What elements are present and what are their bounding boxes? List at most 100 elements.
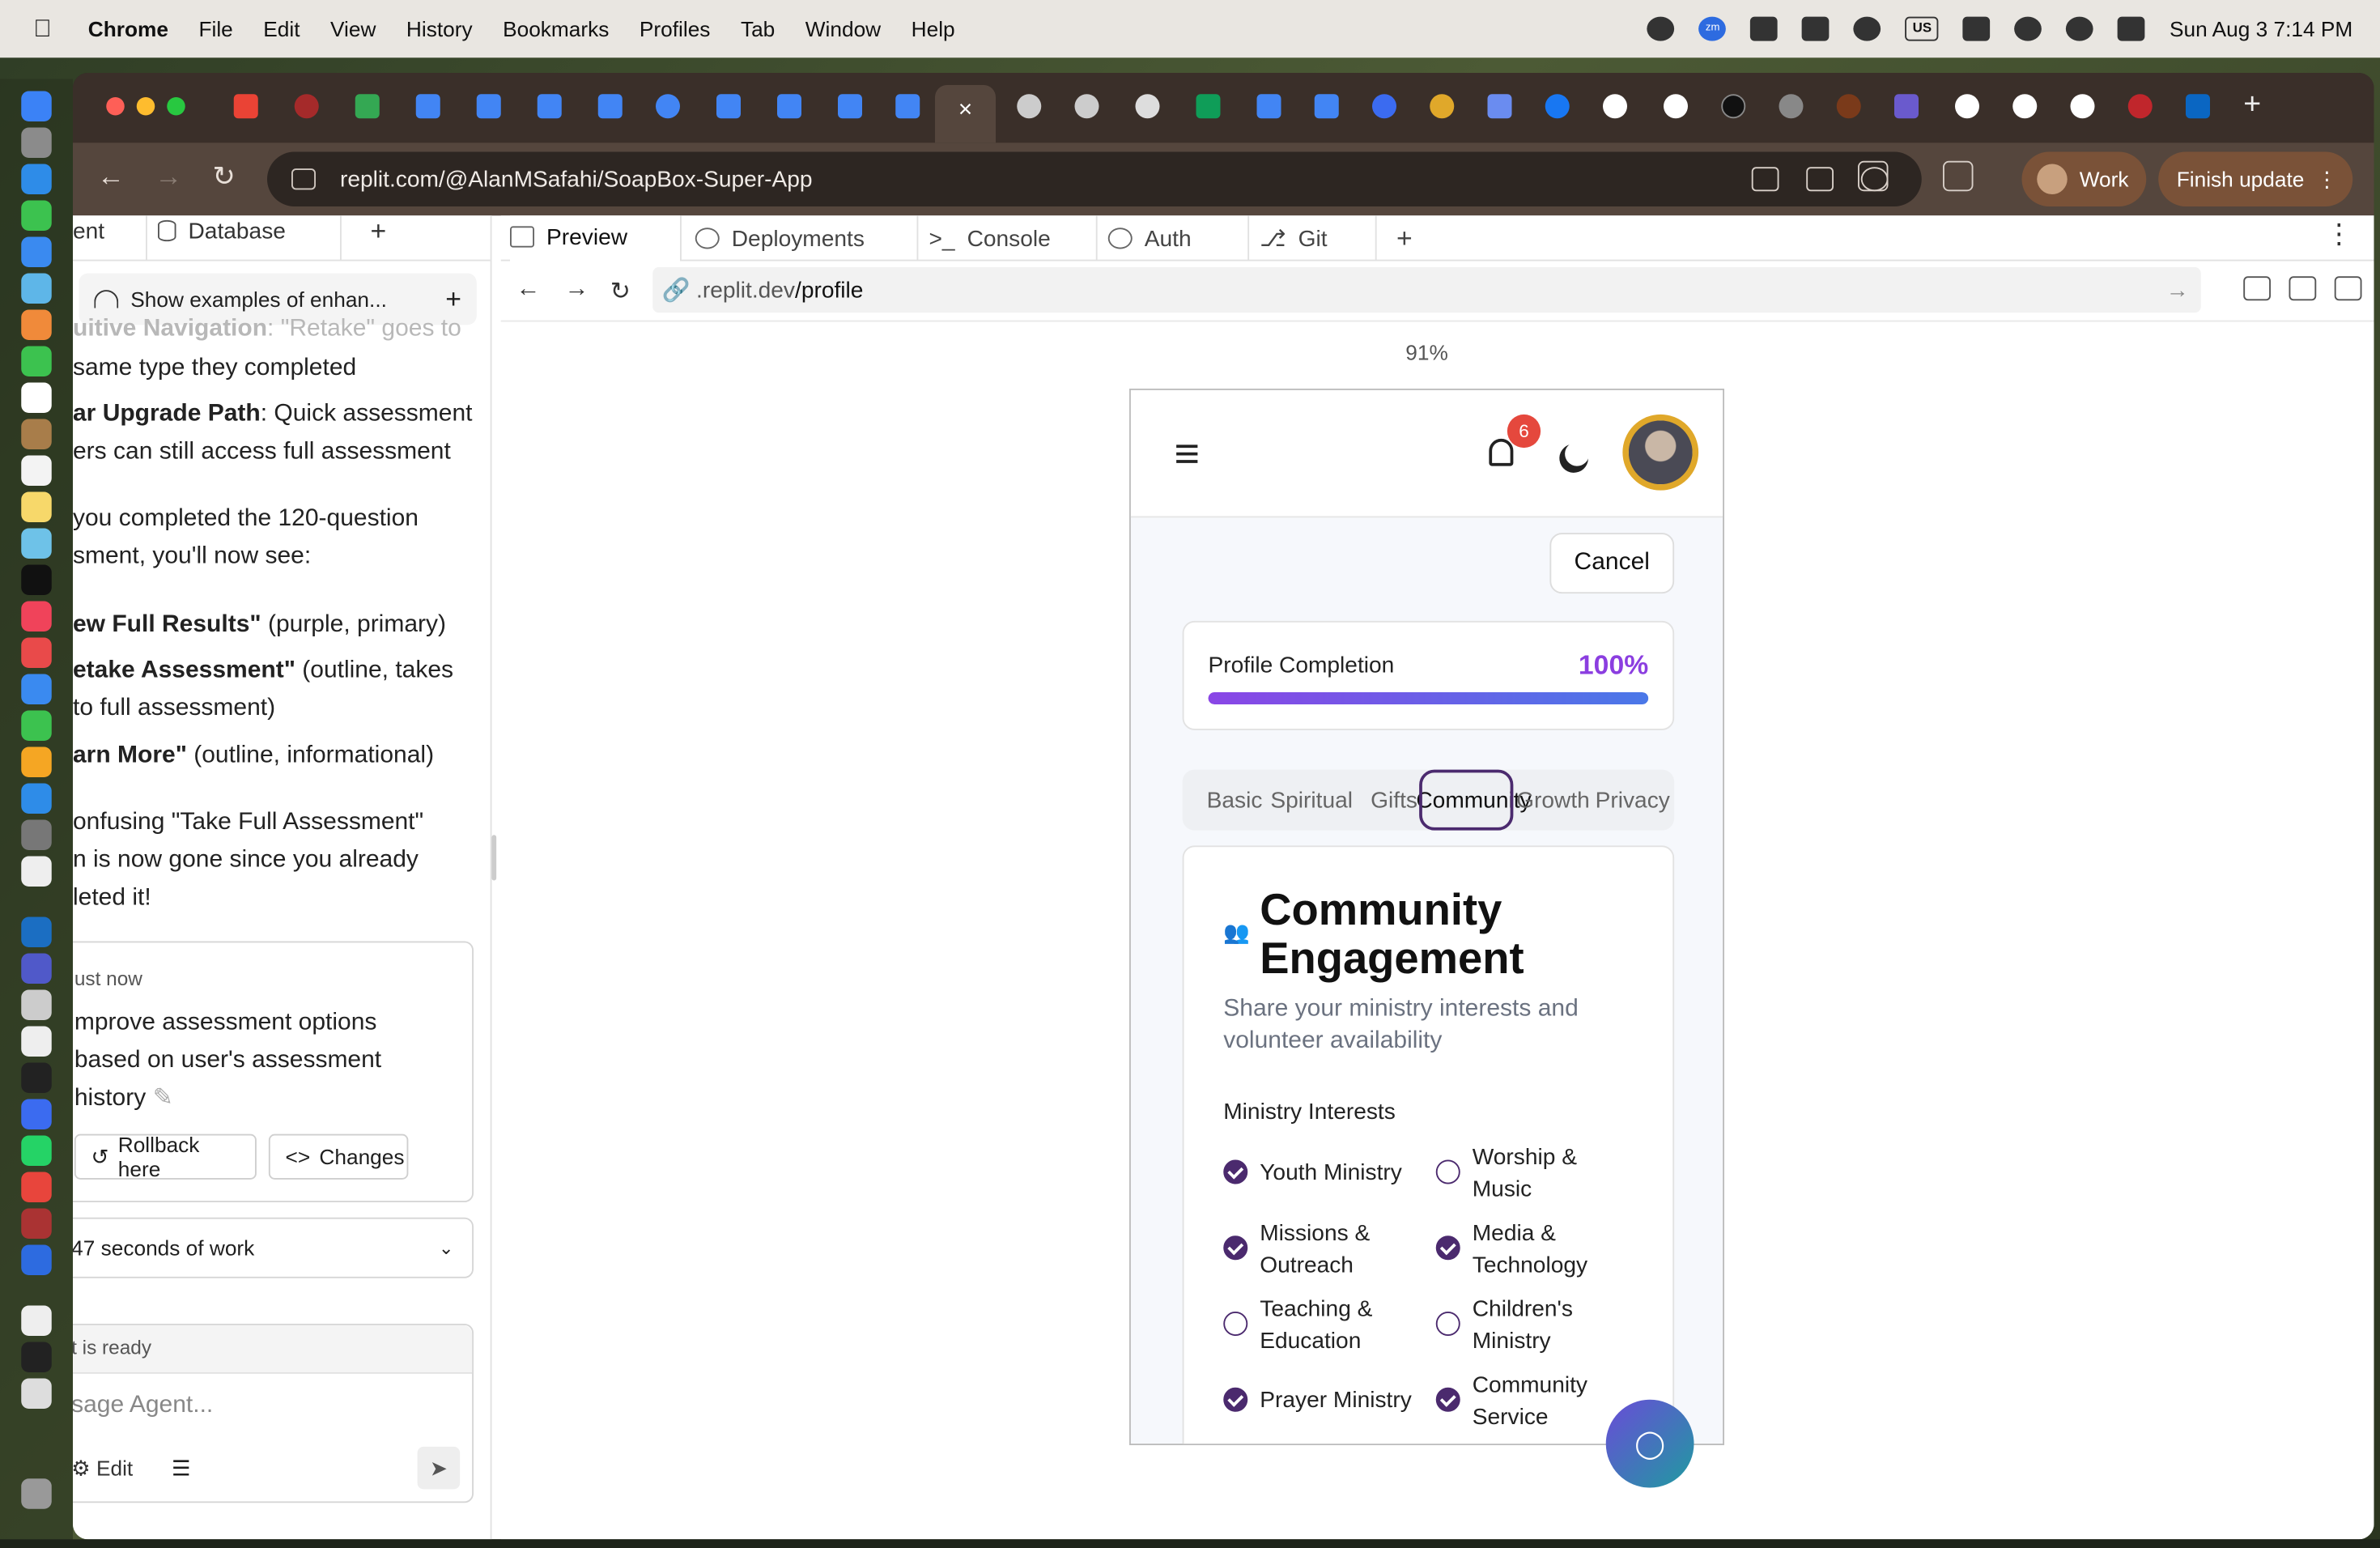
app-dock-icon[interactable] [21, 1026, 52, 1057]
google-tab-icon[interactable] [1664, 94, 1688, 119]
interest-label[interactable]: Worship & Music [1473, 1142, 1625, 1206]
trash-dock-icon[interactable] [21, 1478, 52, 1509]
hamburger-menu-icon[interactable] [1176, 444, 1198, 467]
docs-tab-icon[interactable] [415, 94, 440, 119]
outlook-dock-icon[interactable] [21, 916, 52, 947]
tab-deployments[interactable]: Deployments [695, 215, 917, 261]
reload-icon[interactable]: ↻ [213, 161, 236, 193]
spotlight-search-icon[interactable] [2066, 16, 2094, 41]
devtools-wrench-icon[interactable] [2289, 276, 2317, 301]
close-window-button[interactable] [106, 97, 125, 116]
tab-growth[interactable]: Growth [1516, 788, 1590, 814]
google-tab-icon[interactable] [1955, 94, 1979, 119]
utility-dock-icon[interactable] [21, 856, 52, 887]
drive-tab-icon[interactable] [355, 94, 380, 119]
finish-update-button[interactable]: Finish update ⋮ [2158, 151, 2353, 206]
tab-git[interactable]: ⎇ Git [1260, 215, 1375, 261]
chrome-dock-icon[interactable] [21, 1172, 52, 1202]
new-tab-button[interactable]: + [2243, 88, 2261, 123]
preview-back-icon[interactable]: ← [516, 276, 541, 304]
settings-dock-icon[interactable] [21, 819, 52, 850]
menu-help[interactable]: Help [912, 17, 955, 41]
menu-view[interactable]: View [330, 17, 376, 41]
add-workspace-tab-button[interactable]: + [1396, 215, 1413, 261]
menu-tab[interactable]: Tab [741, 17, 775, 41]
freeform-dock-icon[interactable] [21, 528, 52, 559]
agent-message-input[interactable]: sage Agent... [73, 1392, 213, 1419]
tab-auth[interactable]: Auth [1107, 215, 1248, 261]
maps-dock-icon[interactable] [21, 273, 52, 304]
docs-tab-icon[interactable] [777, 94, 801, 119]
rollback-button[interactable]: ↺ Rollback here [74, 1133, 257, 1181]
forward-arrow-icon[interactable]: → [155, 161, 182, 193]
tab-agent[interactable]: ent [73, 219, 104, 245]
calendar-dock-icon[interactable] [21, 382, 52, 413]
menu-window[interactable]: Window [805, 17, 881, 41]
menubar-clock[interactable]: Sun Aug 3 7:14 PM [2170, 17, 2352, 41]
tab-console[interactable]: >_ Console [929, 215, 1096, 261]
teams-dock-icon[interactable] [21, 953, 52, 984]
tab-icon[interactable] [1430, 94, 1455, 119]
terminal-dock-icon[interactable] [21, 1062, 52, 1093]
numbers-dock-icon[interactable] [21, 710, 52, 741]
tab-preview[interactable]: Preview [510, 215, 680, 262]
interest-label[interactable]: Missions & Outreach [1260, 1218, 1412, 1282]
menu-bookmarks[interactable]: Bookmarks [503, 17, 609, 41]
tab-search-icon[interactable] [1943, 160, 1974, 192]
tab-icon[interactable] [294, 94, 319, 119]
input-source-icon[interactable]: US [1905, 16, 1940, 41]
moon-icon[interactable] [1562, 438, 1592, 469]
pages-dock-icon[interactable] [21, 746, 52, 777]
notes-dock-icon[interactable] [21, 491, 52, 522]
google-tab-icon[interactable] [2012, 94, 2038, 119]
settings-sliders-icon[interactable]: ☰ [172, 1456, 191, 1482]
menu-edit[interactable]: Edit [263, 17, 300, 41]
menu-profiles[interactable]: Profiles [640, 17, 711, 41]
open-new-window-icon[interactable] [2334, 276, 2362, 301]
docs-tab-icon[interactable] [895, 94, 920, 119]
interest-checkbox[interactable] [1435, 1312, 1460, 1336]
tab-icon[interactable] [1372, 94, 1396, 119]
apple-menu-icon[interactable]:  [33, 17, 57, 43]
gmail-tab-icon[interactable] [233, 94, 258, 119]
interest-label[interactable]: Media & Technology [1473, 1218, 1625, 1282]
media-play-icon[interactable] [1854, 16, 1881, 41]
safari-dock-icon[interactable] [21, 164, 52, 194]
interest-label[interactable]: Prayer Ministry [1260, 1384, 1430, 1416]
document-dock-icon[interactable] [21, 1305, 52, 1336]
news-dock-icon[interactable] [21, 637, 52, 668]
tab-icon[interactable] [2127, 94, 2153, 119]
profile-button[interactable]: Work [2021, 151, 2147, 206]
preview-forward-icon[interactable]: → [565, 276, 589, 304]
menu-file[interactable]: File [198, 17, 232, 41]
interest-checkbox[interactable] [1223, 1235, 1248, 1261]
launchpad-dock-icon[interactable] [21, 127, 52, 158]
sheets-tab-icon[interactable] [1196, 94, 1221, 119]
control-center-icon[interactable] [2118, 16, 2146, 41]
bell-icon[interactable] [1489, 438, 1514, 466]
interest-checkbox[interactable] [1435, 1235, 1460, 1261]
music-dock-icon[interactable] [21, 601, 52, 632]
extensions-icon[interactable] [1858, 160, 1889, 192]
preview-url-field[interactable]: 🔗 .replit.dev/profile → [652, 267, 2201, 313]
interest-checkbox[interactable] [1223, 1387, 1248, 1412]
add-tab-button[interactable]: + [371, 215, 387, 247]
pencil-icon[interactable]: ✎ [153, 1086, 173, 1112]
docs-tab-icon[interactable] [1256, 94, 1281, 119]
battery-icon[interactable] [1963, 16, 1991, 41]
zoom-status-icon[interactable]: zm [1698, 16, 1727, 41]
interest-checkbox[interactable] [1223, 1312, 1248, 1336]
tab-icon[interactable] [1836, 94, 1861, 119]
mail-dock-icon[interactable] [21, 236, 52, 267]
facebook-tab-icon[interactable] [1545, 94, 1570, 119]
whatsapp-dock-icon[interactable] [21, 1135, 52, 1166]
globe-tab-icon[interactable] [1074, 94, 1099, 119]
install-app-icon[interactable] [1806, 167, 1834, 192]
send-icon[interactable]: ➤ [417, 1446, 461, 1490]
finder-dock-icon[interactable] [21, 91, 52, 121]
tab-basic[interactable]: Basic [1207, 788, 1263, 814]
minimize-window-button[interactable] [136, 97, 155, 116]
facetime-dock-icon[interactable] [21, 346, 52, 376]
chat-bubble-button[interactable]: ◯ [1605, 1399, 1694, 1488]
dictionary-dock-icon[interactable] [21, 1208, 52, 1239]
